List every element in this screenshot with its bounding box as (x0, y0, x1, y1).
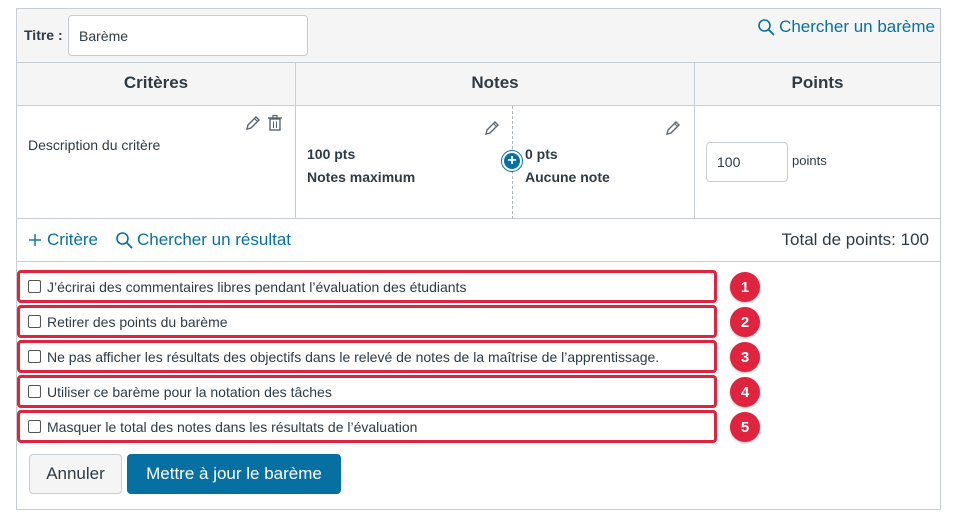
column-header-criteria: Critères (17, 63, 296, 106)
rating-min[interactable]: 0 pts Aucune note (525, 143, 610, 189)
checkbox[interactable] (28, 315, 41, 328)
points-input[interactable] (706, 142, 788, 182)
option-label: Masquer le total des notes dans les résu… (47, 418, 418, 435)
rating-label: Aucune note (525, 169, 610, 185)
checkbox[interactable] (28, 280, 41, 293)
find-rubric-label: Chercher un barème (779, 17, 935, 36)
callout-badge: 5 (730, 412, 760, 442)
plus-icon (29, 234, 41, 246)
find-outcome-button[interactable]: Chercher un résultat (115, 230, 291, 250)
table-row: Description du critère 100 pts Notes max… (17, 106, 940, 219)
option-label: Retirer des points du barème (47, 313, 228, 330)
ratings-cell: 100 pts Notes maximum + 0 pts Aucune not… (296, 106, 695, 219)
criterion-cell: Description du critère (17, 106, 296, 219)
criterion-actions (243, 113, 285, 138)
column-header-points: Points (791, 73, 844, 92)
points-unit: points (792, 153, 827, 168)
option-use-for-grading[interactable]: Utiliser ce barème pour la notation des … (17, 375, 717, 408)
total-points: Total de points: 100 (781, 230, 929, 249)
option-label: Ne pas afficher les résultats des object… (47, 348, 660, 365)
add-rating-button[interactable]: + (502, 151, 522, 171)
add-criterion-button[interactable]: Critère (28, 230, 98, 250)
option-label: Utiliser ce barème pour la notation des … (47, 383, 332, 400)
rating-points: 100 pts (307, 146, 356, 162)
option-free-comments[interactable]: J’écrirai des commentaires libres pendan… (17, 270, 717, 303)
callout-badge: 3 (730, 342, 760, 372)
callout-badge: 4 (730, 377, 760, 407)
option-hide-outcomes[interactable]: Ne pas afficher les résultats des object… (17, 340, 717, 373)
find-outcome-label: Chercher un résultat (137, 230, 292, 249)
title-input[interactable] (68, 15, 308, 56)
option-label: J’écrirai des commentaires libres pendan… (47, 278, 467, 295)
option-remove-points[interactable]: Retirer des points du barème (17, 305, 717, 338)
column-header-ratings: Notes (296, 63, 695, 106)
rating-label: Notes maximum (307, 169, 416, 185)
option-hide-score-total[interactable]: Masquer le total des notes dans les résu… (17, 410, 717, 443)
title-row: Titre : Chercher un barème (17, 9, 940, 63)
add-criterion-label: Critère (47, 230, 99, 249)
pencil-icon[interactable] (482, 118, 502, 143)
find-rubric-link[interactable]: Chercher un barème (757, 17, 935, 37)
rubric-table: Critères Notes Points Description du cri… (17, 63, 940, 262)
callout-badge: 2 (730, 307, 760, 337)
title-label: Titre : (24, 27, 63, 43)
table-header: Critères Notes Points (17, 63, 940, 106)
plus-icon: + (507, 152, 517, 169)
search-icon (116, 232, 133, 249)
search-icon (758, 19, 775, 36)
points-cell: points (695, 106, 940, 219)
checkbox[interactable] (28, 350, 41, 363)
table-footer: Critère Chercher un résultat Total de po… (17, 219, 940, 262)
update-rubric-button[interactable]: Mettre à jour le barème (127, 454, 341, 494)
rubric-editor: Titre : Chercher un barème Critères Note… (16, 8, 941, 510)
cancel-button[interactable]: Annuler (29, 454, 122, 494)
pencil-icon[interactable] (663, 118, 683, 143)
pencil-icon[interactable] (243, 113, 263, 138)
checkbox[interactable] (28, 420, 41, 433)
rating-points: 0 pts (525, 146, 558, 162)
trash-icon[interactable] (265, 113, 285, 138)
callout-badge: 1 (730, 272, 760, 302)
rating-max[interactable]: 100 pts Notes maximum (307, 143, 415, 189)
criterion-description: Description du critère (28, 137, 161, 153)
checkbox[interactable] (28, 385, 41, 398)
